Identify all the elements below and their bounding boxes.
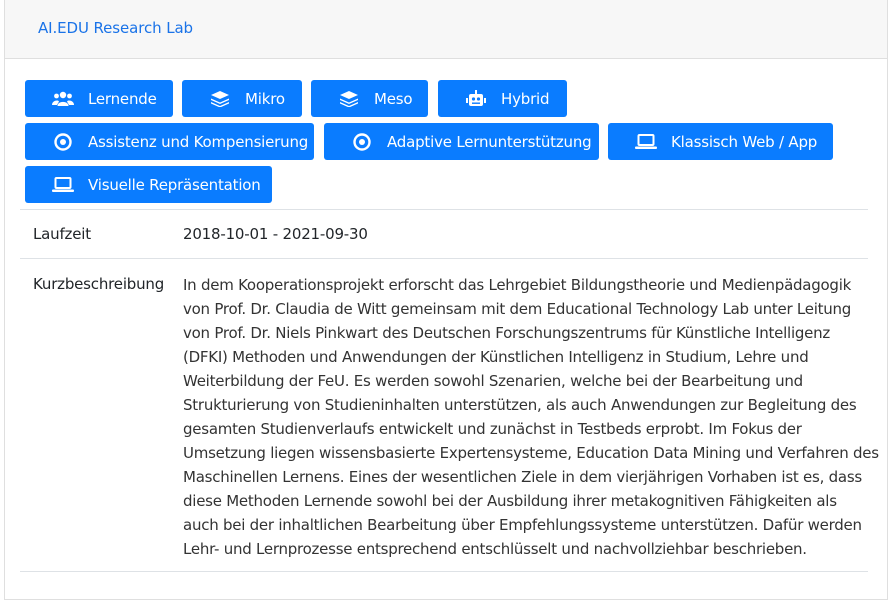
tag-klassisch[interactable]: Klassisch Web / App: [608, 123, 833, 160]
card-header: AI.EDU Research Lab: [5, 0, 887, 59]
tag-meso[interactable]: Meso: [311, 80, 428, 117]
robot-icon: [465, 89, 487, 108]
runtime-value: 2018-10-01 - 2021-09-30: [183, 225, 368, 243]
tag-mikro[interactable]: Mikro: [182, 80, 302, 117]
summary-line: Strukturierung von Studieninhalten unter…: [183, 396, 857, 414]
tag-hybrid[interactable]: Hybrid: [438, 80, 567, 117]
layers-icon: [338, 90, 360, 108]
tag-label: Meso: [374, 89, 413, 108]
tag-label: Lernende: [88, 89, 157, 108]
summary-line: auch bei der inhaltlichen Bearbeitung üb…: [183, 516, 862, 534]
table-divider: [20, 258, 868, 259]
summary-line: In dem Kooperationsprojekt erforscht das…: [183, 276, 852, 294]
runtime-label: Laufzeit: [33, 225, 91, 243]
lab-link[interactable]: AI.EDU Research Lab: [38, 19, 193, 37]
tag-label: Visuelle Repräsentation: [88, 175, 261, 194]
summary-label: Kurzbeschreibung: [33, 275, 165, 293]
tag-visuelle[interactable]: Visuelle Repräsentation: [25, 166, 272, 203]
summary-text: In dem Kooperationsprojekt erforscht das…: [183, 273, 879, 561]
tag-label: Adaptive Lernunterstützung: [387, 132, 592, 151]
tag-label: Mikro: [245, 89, 285, 108]
summary-line: Umsetzung liegen wissensbasierte Experte…: [183, 444, 879, 462]
summary-line: von Prof. Dr. Niels Pinkwart des Deutsch…: [183, 324, 831, 342]
summary-line: (DFKI) Methoden und Anwendungen der Küns…: [183, 348, 809, 366]
tag-label: Hybrid: [501, 89, 550, 108]
summary-line: von Prof. Dr. Claudia de Witt gemeinsam …: [183, 300, 852, 318]
users-icon: [52, 90, 74, 108]
tag-assistenz[interactable]: Assistenz und Kompensierung: [25, 123, 314, 160]
summary-line: Weiterbildung der FeU. Es werden sowohl …: [183, 372, 803, 390]
table-divider: [20, 209, 868, 210]
summary-line: gesamten Studienverlaufs entwickelt und …: [183, 420, 802, 438]
laptop-icon: [52, 176, 74, 194]
bullseye-icon: [351, 132, 373, 151]
bullseye-icon: [52, 132, 74, 151]
laptop-icon: [635, 133, 657, 151]
tag-label: Klassisch Web / App: [671, 132, 818, 151]
tag-lernende[interactable]: Lernende: [25, 80, 173, 117]
summary-line: diese Methoden Lernende sowohl bei der A…: [183, 492, 837, 510]
table-divider: [20, 571, 868, 572]
layers-icon: [209, 90, 231, 108]
tag-label: Assistenz und Kompensierung: [88, 132, 309, 151]
summary-line: Lehr- und Lernprozesse entsprechend ents…: [183, 540, 807, 558]
tag-adaptive[interactable]: Adaptive Lernunterstützung: [324, 123, 599, 160]
summary-line: Maschinellen Lernens. Eines der wesentli…: [183, 468, 862, 486]
